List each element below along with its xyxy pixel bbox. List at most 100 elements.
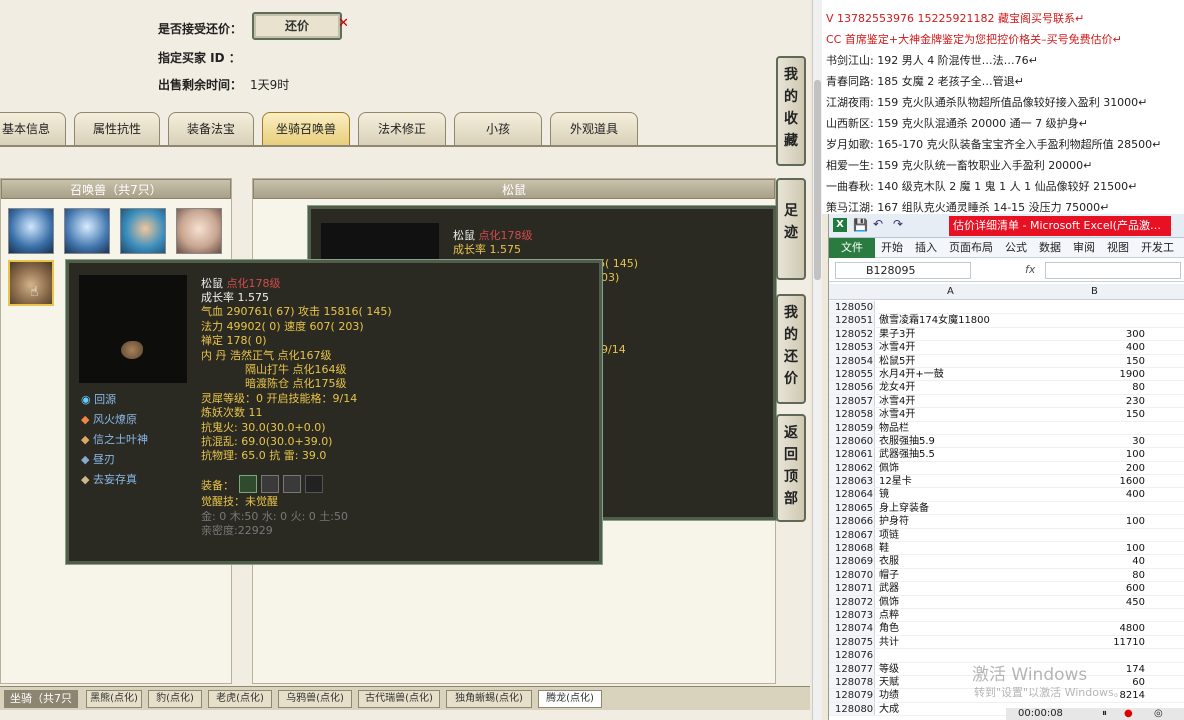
sheet-row[interactable]: 128052 果子3开 300 xyxy=(829,327,1184,342)
cell-a[interactable]: 冰雪4开 xyxy=(879,341,1019,354)
row-number[interactable]: 128079 xyxy=(829,689,875,702)
tab-child[interactable]: 小孩 xyxy=(454,112,542,146)
summon-avatar-4[interactable] xyxy=(176,208,222,254)
mount-tab-6[interactable]: 独角蜥蜴(点化) xyxy=(446,690,532,708)
equip-slot-2-icon[interactable] xyxy=(261,475,279,493)
row-number[interactable]: 128061 xyxy=(829,448,875,461)
sheet-row[interactable]: 128069 衣服 40 xyxy=(829,555,1184,569)
cell-a[interactable]: 龙女4开 xyxy=(879,381,1019,394)
row-number[interactable]: 128063 xyxy=(829,475,875,488)
cell-a[interactable]: 佩饰 xyxy=(879,596,1019,609)
row-number[interactable]: 128055 xyxy=(829,367,875,381)
cell-b[interactable]: 100 xyxy=(1025,448,1145,461)
cell-a[interactable]: 鞋 xyxy=(879,542,1019,555)
ribbon-formula[interactable]: 公式 xyxy=(999,238,1033,258)
row-number[interactable]: 128065 xyxy=(829,501,875,515)
camera-icon[interactable]: ◎ xyxy=(1154,708,1163,720)
cell-a[interactable]: 物品栏 xyxy=(879,422,1019,435)
scrollbar-thumb[interactable] xyxy=(814,80,821,280)
sheet-row[interactable]: 128066 护身符 100 xyxy=(829,515,1184,529)
row-number[interactable]: 128073 xyxy=(829,608,875,622)
col-b-header[interactable]: B xyxy=(1091,284,1098,300)
footprint-button[interactable]: 足迹 xyxy=(776,178,806,280)
cell-b[interactable]: 400 xyxy=(1025,341,1145,354)
record-icon[interactable]: ● xyxy=(1124,708,1133,720)
cell-b[interactable]: 1900 xyxy=(1025,368,1145,381)
row-number[interactable]: 128054 xyxy=(829,354,875,367)
tab-spells[interactable]: 法术修正 xyxy=(358,112,446,146)
col-a-header[interactable]: A xyxy=(947,284,954,300)
cell-b[interactable]: 80 xyxy=(1025,569,1145,582)
row-number[interactable]: 128062 xyxy=(829,461,875,475)
cell-a[interactable]: 水月4开+一鼓 xyxy=(879,368,1019,381)
equip-slot-4-icon[interactable] xyxy=(305,475,323,493)
undo-icon[interactable]: ↶ xyxy=(873,217,883,231)
sheet-row[interactable]: 128054 松鼠5开 150 xyxy=(829,354,1184,368)
row-number[interactable]: 128076 xyxy=(829,649,875,662)
mount-tab-1[interactable]: 黑熊(点化) xyxy=(86,690,142,708)
ribbon-file[interactable]: 文件 xyxy=(829,238,875,258)
equip-slot-3-icon[interactable] xyxy=(283,475,301,493)
row-number[interactable]: 128072 xyxy=(829,595,875,608)
equip-slot-1-icon[interactable] xyxy=(239,475,257,493)
cell-a[interactable]: 共计 xyxy=(879,636,1019,649)
row-number[interactable]: 128070 xyxy=(829,568,875,582)
row-number[interactable]: 128077 xyxy=(829,662,875,675)
sheet-row[interactable]: 128050 xyxy=(829,301,1184,315)
my-favorites-button[interactable]: 我的收藏 xyxy=(776,56,806,166)
row-number[interactable]: 128052 xyxy=(829,327,875,341)
ribbon-review[interactable]: 审阅 xyxy=(1067,238,1101,258)
row-number[interactable]: 128057 xyxy=(829,394,875,408)
tab-basic-info[interactable]: 基本信息 xyxy=(0,112,66,146)
row-number[interactable]: 128058 xyxy=(829,408,875,421)
cell-a[interactable]: 果子3开 xyxy=(879,328,1019,341)
row-number[interactable]: 128080 xyxy=(829,702,875,716)
back-to-top-button[interactable]: 返回顶部 xyxy=(776,414,806,522)
close-icon[interactable]: ✕ xyxy=(338,16,349,31)
sheet-row[interactable]: 128065 身上穿装备 xyxy=(829,501,1184,516)
summon-avatar-3[interactable] xyxy=(120,208,166,254)
sheet-row[interactable]: 128064 镜 400 xyxy=(829,488,1184,502)
row-number[interactable]: 128060 xyxy=(829,434,875,448)
row-number[interactable]: 128051 xyxy=(829,314,875,327)
save-icon[interactable]: 💾 xyxy=(853,218,868,232)
row-number[interactable]: 128074 xyxy=(829,622,875,635)
sheet-row[interactable]: 128053 冰雪4开 400 xyxy=(829,341,1184,355)
cell-b[interactable]: 150 xyxy=(1025,408,1145,421)
sheet-row[interactable]: 128060 衣服强抽5.9 30 xyxy=(829,434,1184,449)
ribbon-layout[interactable]: 页面布局 xyxy=(943,238,999,258)
cell-b[interactable]: 300 xyxy=(1025,328,1145,341)
redo-icon[interactable]: ↷ xyxy=(893,217,903,231)
sheet-row[interactable]: 128057 冰雪4开 230 xyxy=(829,394,1184,409)
counter-offer-button[interactable]: 还价 xyxy=(252,12,342,40)
ribbon-home[interactable]: 开始 xyxy=(875,238,909,258)
ribbon-insert[interactable]: 插入 xyxy=(909,238,943,258)
sheet-row[interactable]: 128061 武器强抽5.5 100 xyxy=(829,448,1184,462)
cell-a[interactable]: 帽子 xyxy=(879,569,1019,582)
row-number[interactable]: 128059 xyxy=(829,421,875,434)
row-number[interactable]: 128067 xyxy=(829,528,875,542)
cell-b[interactable]: 4800 xyxy=(1025,622,1145,635)
mount-tab-3[interactable]: 老虎(点化) xyxy=(208,690,272,708)
row-number[interactable]: 128075 xyxy=(829,635,875,649)
cell-b[interactable]: 40 xyxy=(1025,555,1145,568)
tab-attributes[interactable]: 属性抗性 xyxy=(74,112,160,146)
pause-icon[interactable]: ⏸ xyxy=(1102,708,1107,720)
cell-b[interactable]: 100 xyxy=(1025,542,1145,555)
tab-mounts-summons[interactable]: 坐骑召唤兽 xyxy=(262,112,350,146)
cell-a[interactable]: 武器 xyxy=(879,582,1019,595)
cell-a[interactable]: 角色 xyxy=(879,622,1019,635)
cell-b[interactable]: 80 xyxy=(1025,381,1145,394)
cell-a[interactable]: 点粹 xyxy=(879,609,1019,622)
tab-equipment[interactable]: 装备法宝 xyxy=(168,112,254,146)
summon-avatar-1[interactable] xyxy=(8,208,54,254)
cell-a[interactable]: 傲雪凌霜174女魔11800 xyxy=(879,314,1019,327)
cell-a[interactable]: 大成 xyxy=(879,703,1019,716)
cell-b[interactable]: 400 xyxy=(1025,488,1145,501)
row-number[interactable]: 128066 xyxy=(829,515,875,528)
sheet-row[interactable]: 128055 水月4开+一鼓 1900 xyxy=(829,367,1184,382)
row-number[interactable]: 128068 xyxy=(829,542,875,555)
mount-tab-7[interactable]: 腾龙(点化) xyxy=(538,690,602,708)
sheet-row[interactable]: 128067 项链 xyxy=(829,528,1184,543)
ribbon-view[interactable]: 视图 xyxy=(1101,238,1135,258)
